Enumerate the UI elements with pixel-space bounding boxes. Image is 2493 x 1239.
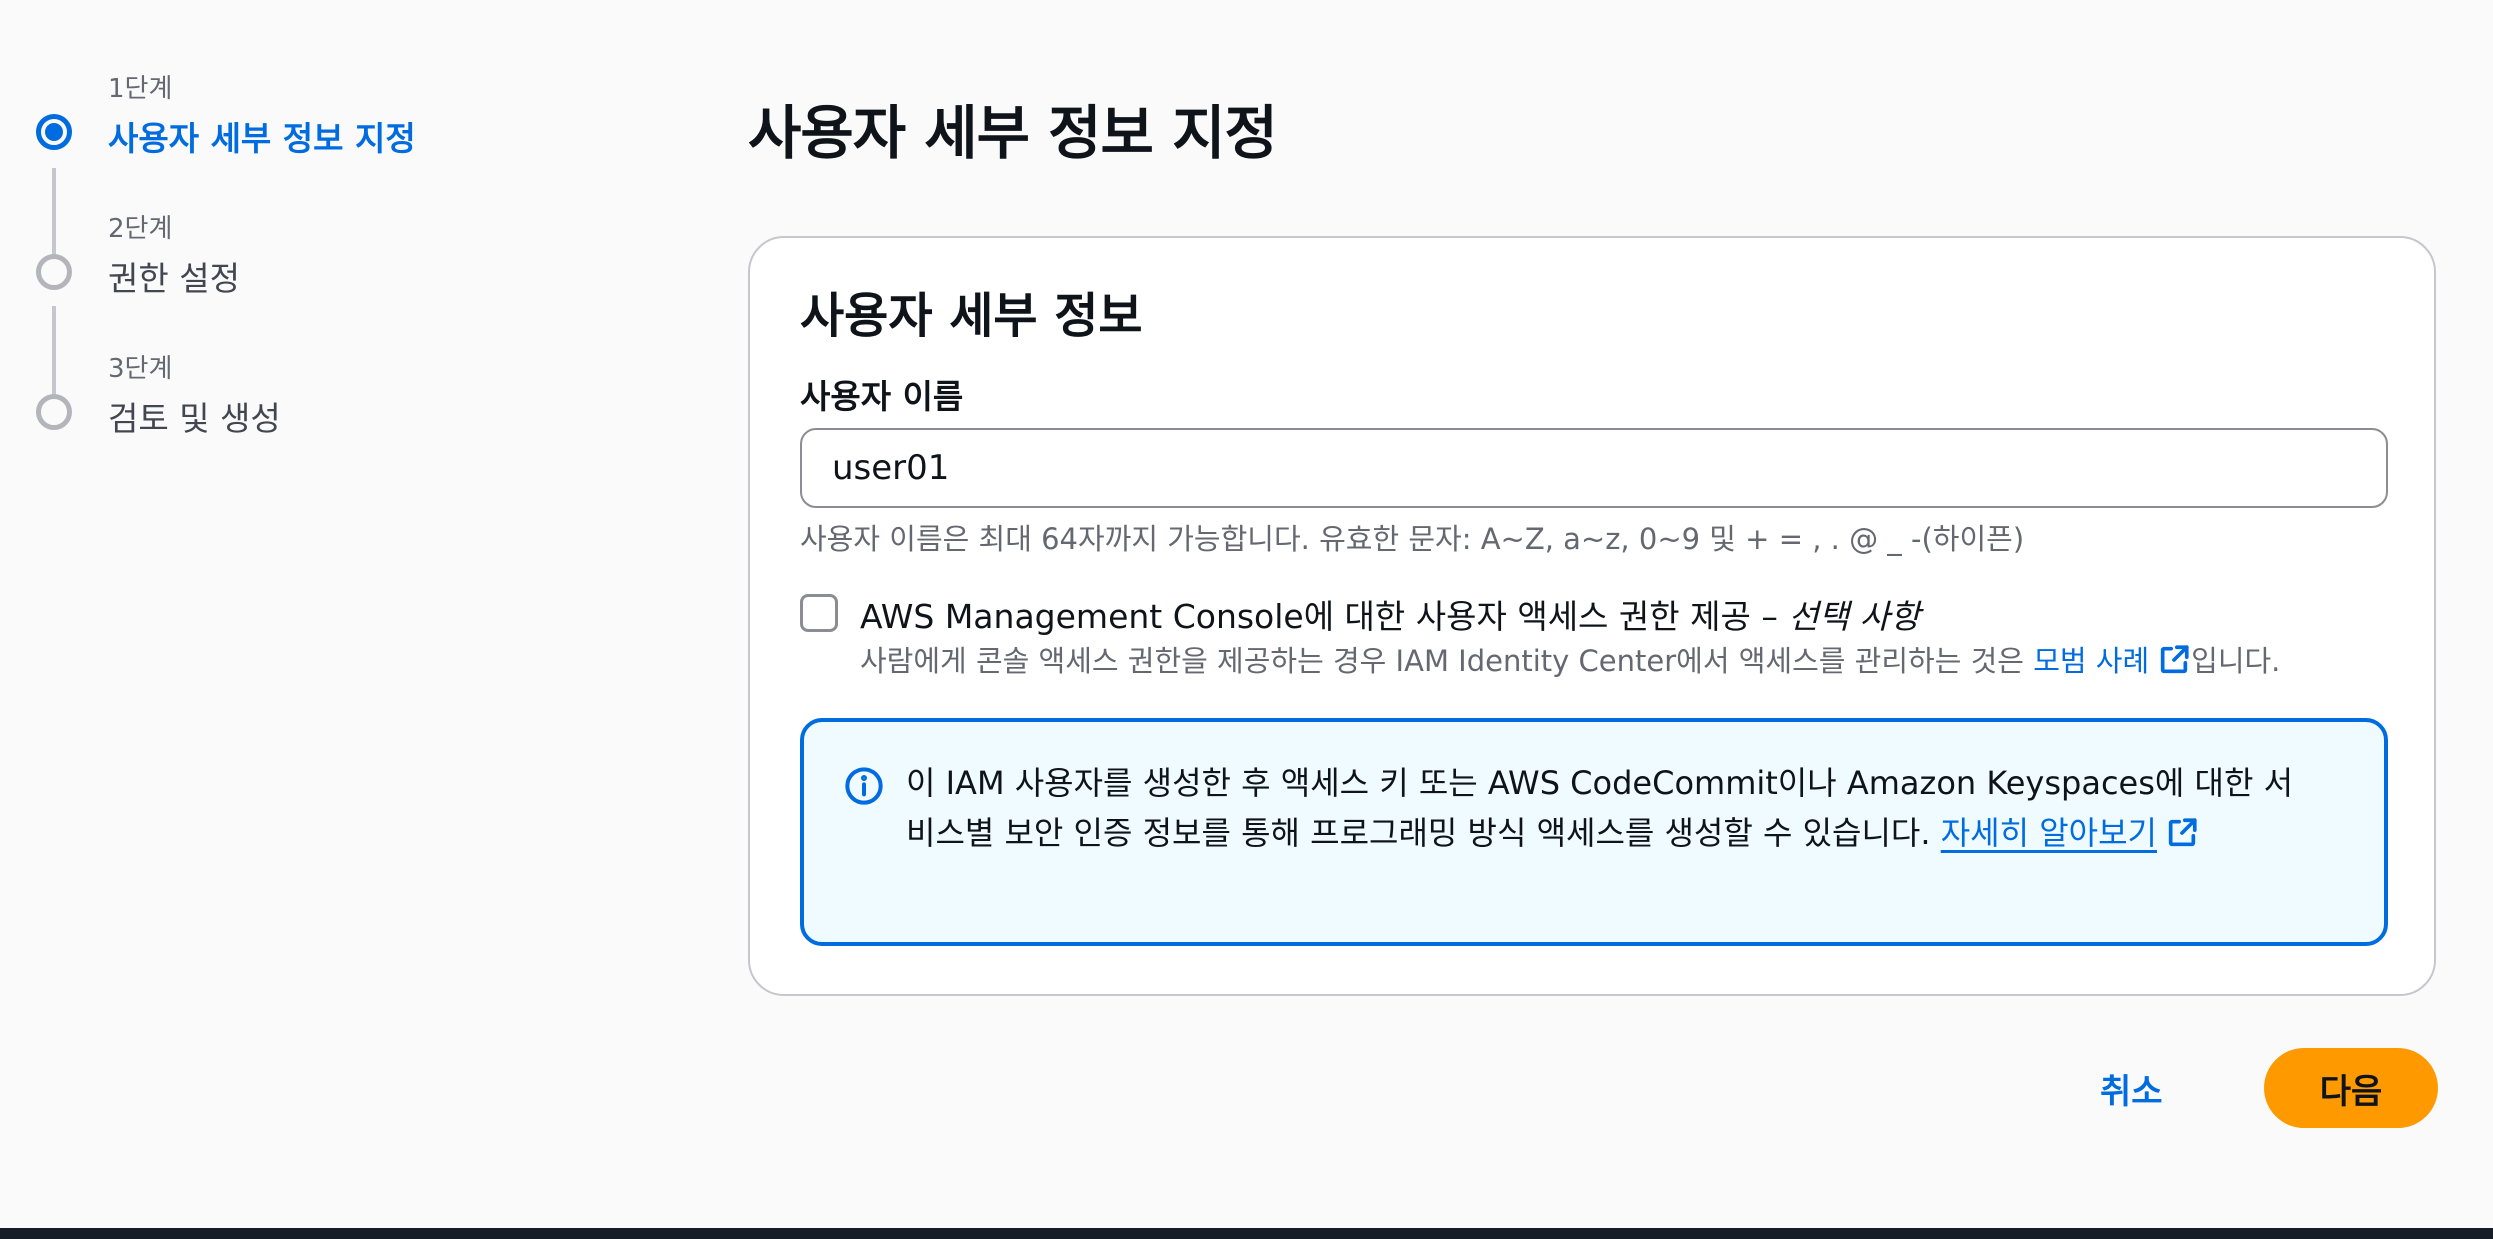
console-access-checkbox[interactable] — [800, 594, 838, 632]
step-number: 3단계 — [108, 354, 173, 384]
console-access-description: 사람에게 콘솔 액세스 권한을 제공하는 경우 IAM Identity Cen… — [860, 638, 2280, 680]
container-title: 사용자 세부 정보 — [800, 288, 1143, 344]
step-inactive-indicator-icon — [36, 254, 72, 290]
bottom-bar — [0, 1228, 2493, 1239]
user-details-container: 사용자 세부 정보 사용자 이름 사용자 이름은 최대 64자까지 가능합니다.… — [748, 236, 2436, 996]
best-practice-link[interactable]: 모범 사례 — [2033, 644, 2191, 678]
external-link-icon — [2160, 645, 2189, 674]
step-title[interactable]: 검토 및 생성 — [108, 392, 281, 440]
step-title[interactable]: 사용자 세부 정보 지정 — [108, 112, 416, 160]
step-title[interactable]: 권한 설정 — [108, 252, 240, 300]
external-link-icon[interactable] — [2165, 816, 2199, 850]
learn-more-link[interactable]: 자세히 알아보기 — [1941, 814, 2157, 852]
info-alert: 이 IAM 사용자를 생성한 후 액세스 키 또는 AWS CodeCommit… — [800, 718, 2388, 946]
alert-message: 이 IAM 사용자를 생성한 후 액세스 키 또는 AWS CodeCommit… — [906, 758, 2306, 858]
info-icon — [845, 767, 883, 805]
username-input[interactable] — [800, 428, 2388, 508]
step-active-indicator-icon — [36, 114, 72, 150]
step-number: 2단계 — [108, 214, 173, 244]
username-constraint-text: 사용자 이름은 최대 64자까지 가능합니다. 유효한 문자: A~Z, a~z… — [800, 522, 2025, 556]
next-button[interactable]: 다음 — [2264, 1048, 2438, 1128]
step-number: 1단계 — [108, 74, 173, 104]
page-title: 사용자 세부 정보 지정 — [748, 99, 1278, 167]
description-prefix: 사람에게 콘솔 액세스 권한을 제공하는 경우 IAM Identity Cen… — [860, 644, 2034, 678]
description-suffix: 입니다. — [2191, 644, 2281, 678]
username-label: 사용자 이름 — [800, 377, 964, 416]
best-practice-link-text: 모범 사례 — [2033, 644, 2150, 678]
console-access-label-text: AWS Management Console에 대한 사용자 액세스 권한 제공… — [860, 597, 1789, 636]
cancel-button[interactable]: 취소 — [2100, 1064, 2163, 1113]
step-inactive-indicator-icon — [36, 394, 72, 430]
stepper-connector — [52, 168, 56, 264]
stepper-connector — [52, 306, 56, 402]
optional-text: 선택 사항 — [1788, 597, 1921, 636]
learn-more-link-text: 자세히 알아보기 — [1940, 814, 2157, 852]
console-access-label[interactable]: AWS Management Console에 대한 사용자 액세스 권한 제공… — [860, 590, 1920, 638]
